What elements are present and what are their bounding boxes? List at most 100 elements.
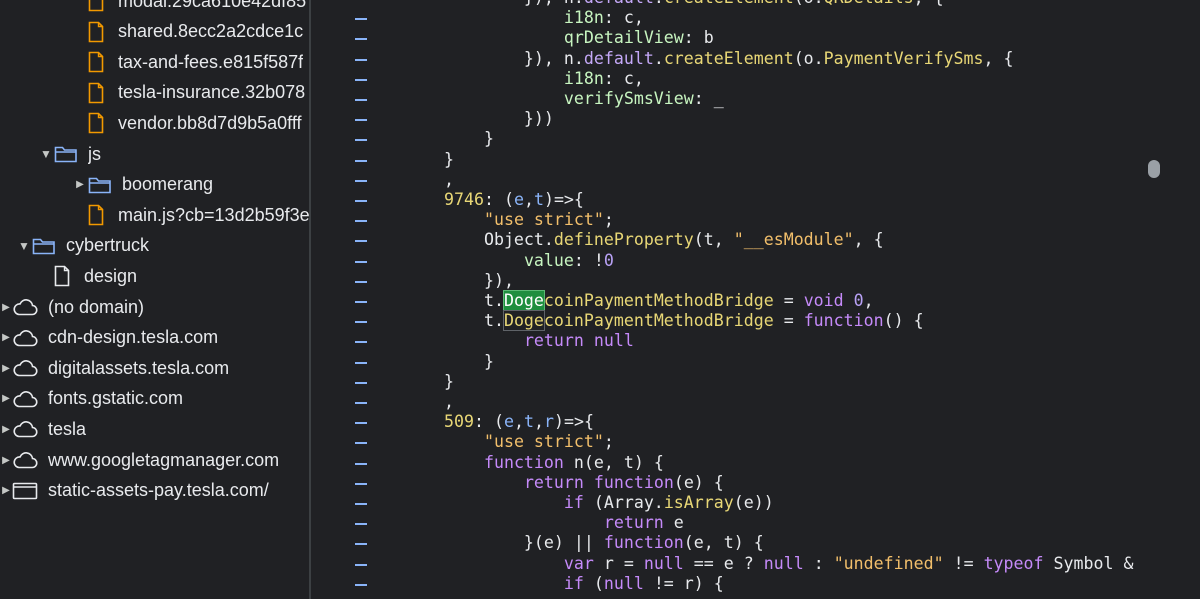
code-token: =	[773, 311, 804, 331]
file-tree-item[interactable]: ▶ boomerang	[0, 170, 309, 200]
code-token: :	[803, 553, 834, 573]
file-tree-item[interactable]: main.js?cb=13d2b59f3e.	[0, 200, 309, 230]
expanded-arrow-icon[interactable]: ▼	[38, 147, 54, 161]
editor-scrollbar-track[interactable]	[1160, 0, 1200, 599]
code-token: ,	[523, 190, 534, 209]
code-token: ,	[444, 169, 454, 189]
folder-icon-graphic	[88, 177, 111, 193]
code-line: if (Array.isArray(e))	[444, 493, 774, 513]
collapsed-arrow-icon[interactable]: ▶	[0, 485, 12, 496]
code-token: }), n.	[444, 48, 584, 68]
code-line: i18n: c,	[444, 8, 644, 28]
cloud-icon	[12, 298, 38, 316]
collapsed-arrow-icon[interactable]: ▶	[72, 179, 88, 190]
file-tree-item[interactable]: ▶ (no domain)	[0, 292, 309, 322]
file-tree-item[interactable]: ▼ js	[0, 139, 309, 169]
cloud-icon	[12, 451, 38, 469]
file-tree-item[interactable]: tesla-insurance.32b078	[0, 78, 309, 108]
code-line: ,	[444, 392, 454, 412]
icon-stroke	[88, 0, 104, 12]
code-token: "use strict"	[483, 432, 604, 452]
expanded-arrow-icon[interactable]: ▼	[16, 239, 32, 253]
collapsed-arrow-icon[interactable]: ▶	[0, 363, 12, 374]
code-token: defineProperty	[553, 230, 694, 250]
code-token: value	[523, 250, 574, 270]
code-token: default	[583, 48, 654, 68]
file-tree-item[interactable]: ▶ digitalassets.tesla.com	[0, 353, 309, 383]
file-tree-item-label: tesla	[48, 418, 87, 439]
file-tree-item[interactable]: design	[0, 261, 309, 291]
icon-stroke	[88, 204, 104, 226]
file-tree-item[interactable]: ▼ cybertruck	[0, 231, 309, 261]
collapsed-arrow-icon[interactable]: ▶	[0, 302, 12, 313]
code-token: t.	[444, 311, 504, 331]
code-token: }))	[444, 109, 554, 129]
file-tree-item[interactable]: modal.29ca610e42df85	[0, 0, 309, 16]
code-editor[interactable]: }), n.default.createElement(o.QRDetails,…	[311, 0, 1200, 599]
code-token: function	[803, 311, 884, 331]
file-tree-item[interactable]: vendor.bb8d7d9b5a0fff	[0, 108, 309, 138]
code-line: return function(e) {	[444, 473, 724, 493]
file-icon	[88, 204, 104, 226]
file-tree-item[interactable]: ▶ static-assets-pay.tesla.com/	[0, 476, 309, 506]
code-line: var r = null == e ? null : "undefined" !…	[444, 553, 1134, 574]
code-line: }), n.default.createElement(o.PaymentVer…	[444, 49, 1014, 69]
code-token: createElement	[663, 48, 794, 68]
icon-stroke	[88, 113, 104, 134]
code-line: "use strict";	[444, 210, 614, 230]
code-token: "undefined"	[833, 553, 944, 573]
file-tree-item-label: vendor.bb8d7d9b5a0fff	[118, 112, 302, 133]
code-line: t.DogecoinPaymentMethodBridge = function…	[444, 310, 924, 332]
code-token: }(e) ||	[444, 533, 604, 553]
code-token: null	[603, 573, 644, 593]
code-token: : (	[473, 412, 504, 432]
code-line: }	[444, 372, 454, 392]
file-icon	[88, 0, 104, 12]
collapsed-arrow-icon[interactable]: ▶	[0, 455, 12, 466]
code-token: () {	[883, 311, 924, 331]
code-token: (e))	[733, 493, 774, 512]
code-content[interactable]: }), n.default.createElement(o.QRDetails,…	[311, 0, 1161, 599]
file-tree-item-label: design	[84, 265, 138, 286]
code-token: : b	[683, 28, 714, 48]
code-token: , {	[853, 230, 884, 250]
file-tree-item[interactable]: ▶ tesla	[0, 414, 309, 444]
code-token: r	[543, 412, 554, 432]
code-token: coinPaymentMethodBridge	[543, 311, 774, 331]
file-tree-item[interactable]: tax-and-fees.e815f587f	[0, 47, 309, 77]
icon-stroke	[88, 82, 104, 104]
file-tree-item[interactable]: ▶ www.googletagmanager.com	[0, 445, 309, 475]
collapsed-arrow-icon[interactable]: ▶	[0, 393, 12, 404]
code-token: }	[444, 371, 454, 391]
code-line: verifySmsView: _	[444, 89, 724, 109]
code-token: function	[483, 452, 564, 472]
collapsed-arrow-icon[interactable]: ▶	[0, 424, 12, 435]
window-frame-icon	[12, 482, 38, 500]
code-line: t.DogecoinPaymentMethodBridge = void 0,	[444, 290, 874, 311]
file-icon	[88, 21, 104, 43]
code-token: ,	[533, 412, 544, 432]
folder-icon-graphic	[54, 146, 77, 163]
file-tree-item-label: www.googletagmanager.com	[48, 449, 280, 470]
code-token: 0	[853, 291, 864, 310]
editor-scrollbar-thumb[interactable]	[1148, 160, 1160, 178]
sources-file-tree[interactable]: modal.29ca610e42df85 shared.8ecc2a2cdce1c…	[0, 0, 309, 599]
file-tree-item[interactable]: shared.8ecc2a2cdce1c	[0, 17, 309, 47]
code-line: i18n: c,	[444, 69, 644, 89]
collapsed-arrow-icon[interactable]: ▶	[0, 332, 12, 343]
code-token: null	[763, 553, 804, 573]
file-tree-item[interactable]: ▶ fonts.gstatic.com	[0, 384, 309, 414]
cloud-icon-graphic	[13, 452, 38, 469]
file-tree-item[interactable]: ▶ cdn-design.tesla.com	[0, 323, 309, 353]
file-tree-item-label: digitalassets.tesla.com	[48, 357, 230, 378]
document-icon	[54, 265, 70, 287]
code-token: Doge	[502, 290, 545, 311]
file-tree-item-label: cybertruck	[66, 235, 150, 256]
